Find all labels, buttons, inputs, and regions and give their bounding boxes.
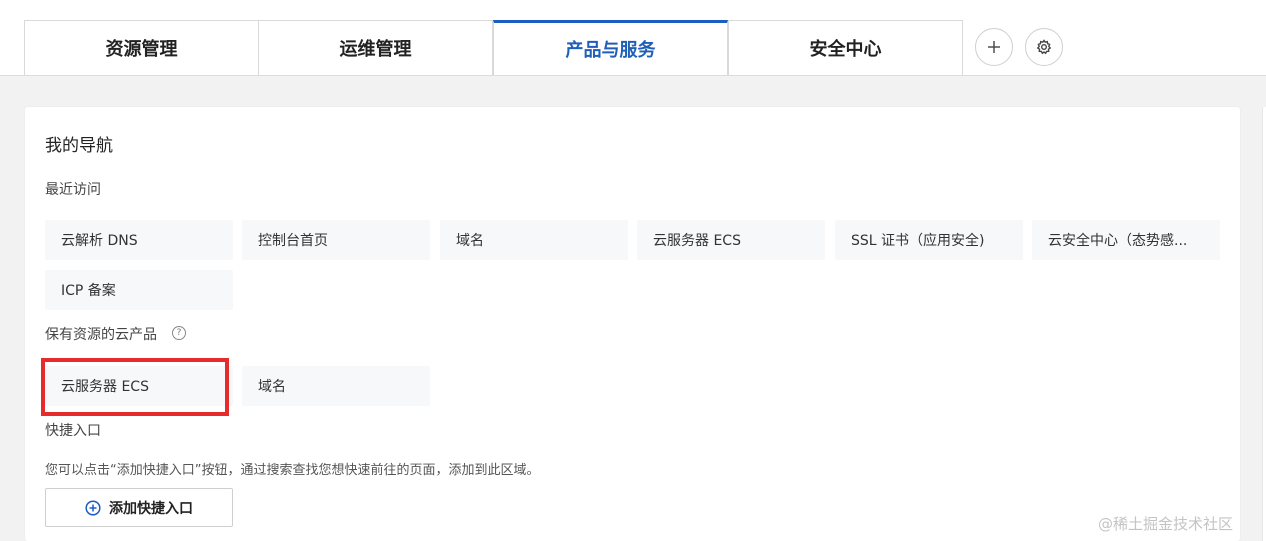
recent-item[interactable]: 控制台首页: [242, 220, 430, 260]
owned-products-label: 保有资源的云产品: [45, 327, 157, 343]
recent-item-label: 云安全中心（态势感...: [1048, 233, 1188, 249]
recent-item-label: SSL 证书（应用安全): [851, 233, 985, 249]
recent-item[interactable]: 云安全中心（态势感...: [1032, 220, 1220, 260]
page-title: 我的导航: [45, 136, 113, 156]
recent-item-label: 云服务器 ECS: [653, 233, 741, 249]
question-circle-icon[interactable]: ?: [172, 326, 186, 340]
recent-item[interactable]: 域名: [440, 220, 628, 260]
add-tab-button[interactable]: [975, 28, 1013, 66]
recent-item[interactable]: SSL 证书（应用安全): [835, 220, 1023, 260]
tab-ops-management[interactable]: 运维管理: [258, 20, 493, 75]
plus-icon: [988, 41, 1000, 53]
add-shortcut-button[interactable]: 添加快捷入口: [45, 488, 233, 527]
top-tab-bar: 资源管理 运维管理 产品与服务 安全中心: [0, 0, 1266, 76]
recent-item[interactable]: 云服务器 ECS: [637, 220, 825, 260]
owned-item[interactable]: 云服务器 ECS: [45, 366, 233, 406]
recent-item-label: 云解析 DNS: [61, 233, 138, 249]
recent-item-label: ICP 备案: [61, 283, 116, 299]
tab-security-center[interactable]: 安全中心: [728, 20, 963, 75]
recent-item[interactable]: 云解析 DNS: [45, 220, 233, 260]
recent-item[interactable]: ICP 备案: [45, 270, 233, 310]
plus-circle-icon: [85, 499, 101, 516]
side-panel-edge: [1262, 107, 1266, 541]
tab-products-services[interactable]: 产品与服务: [493, 20, 728, 75]
owned-item-label: 域名: [258, 379, 286, 395]
recent-visits-label: 最近访问: [45, 182, 101, 198]
owned-item[interactable]: 域名: [242, 366, 430, 406]
settings-button[interactable]: [1025, 28, 1063, 66]
recent-item-label: 控制台首页: [258, 233, 328, 249]
add-shortcut-label: 添加快捷入口: [109, 500, 193, 517]
gear-icon: [1036, 39, 1052, 55]
shortcuts-description: 您可以点击“添加快捷入口”按钮，通过搜索查找您想快速前往的页面，添加到此区域。: [45, 463, 540, 478]
owned-item-label: 云服务器 ECS: [61, 379, 149, 395]
shortcuts-label: 快捷入口: [45, 423, 101, 439]
recent-item-label: 域名: [456, 233, 484, 249]
tab-resource-management[interactable]: 资源管理: [24, 20, 259, 75]
watermark: @稀土掘金技术社区: [1098, 515, 1234, 533]
